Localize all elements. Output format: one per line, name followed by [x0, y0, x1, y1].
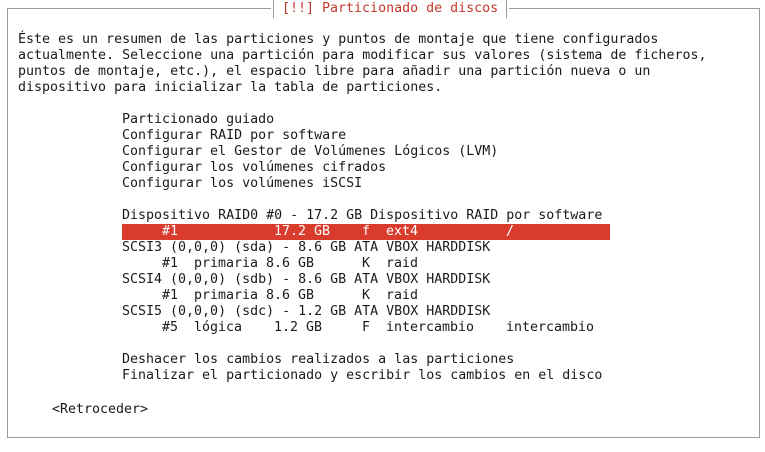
partition-filesystem: raid [386, 288, 419, 303]
partition-type: primaria [194, 256, 259, 271]
menu-item-configure-lvm[interactable]: Configurar el Gestor de Volúmenes Lógico… [122, 144, 498, 160]
intro-line: actualmente. Seleccione una partición pa… [18, 48, 707, 63]
partition-dialog: [!!] Particionado de discos Éste es un r… [7, 0, 760, 438]
intro-line: Éste es un resumen de las particiones y … [18, 32, 659, 47]
partition-number: #5 [162, 320, 179, 335]
partition-row-scsi4-1[interactable]: #1 primaria 8.6 GB K raid [122, 288, 418, 304]
partition-size: 8.6 GB [266, 256, 315, 271]
partition-number: #1 [162, 288, 179, 303]
device-scsi4[interactable]: SCSI4 (0,0,0) (sdb) - 8.6 GB ATA VBOX HA… [122, 272, 490, 288]
partition-mountpoint: / [506, 224, 515, 239]
partition-flag: K [362, 288, 371, 303]
device-scsi3[interactable]: SCSI3 (0,0,0) (sda) - 8.6 GB ATA VBOX HA… [122, 240, 490, 256]
menu-item-finish-partitioning[interactable]: Finalizar el particionado y escribir los… [122, 368, 602, 384]
partition-type: primaria [194, 288, 259, 303]
menu-item-configure-iscsi[interactable]: Configurar los volúmenes iSCSI [122, 176, 362, 192]
partition-row-scsi3-1[interactable]: #1 primaria 8.6 GB K raid [122, 256, 418, 272]
device-scsi5[interactable]: SCSI5 (0,0,0) (sdc) - 1.2 GB ATA VBOX HA… [122, 304, 490, 320]
menu-item-configure-encrypted[interactable]: Configurar los volúmenes cifrados [122, 160, 386, 176]
partition-row-raid-1-selected[interactable]: #1 17.2 GB f ext4 / [122, 224, 610, 240]
partition-number: #1 [162, 256, 179, 271]
partition-flag: K [362, 256, 371, 271]
partition-mountpoint: intercambio [506, 320, 595, 335]
menu-item-guided-partitioning[interactable]: Particionado guiado [122, 112, 274, 128]
intro-line: dispositivo para inicializar la tabla de… [18, 80, 443, 95]
partition-filesystem: ext4 [386, 224, 419, 239]
back-button[interactable]: <Retroceder> [52, 402, 148, 418]
title-right-edge [506, 0, 508, 18]
menu-item-configure-raid[interactable]: Configurar RAID por software [122, 128, 346, 144]
menu-item-undo-changes[interactable]: Deshacer los cambios realizados a las pa… [122, 352, 514, 368]
partition-row-scsi5-5[interactable]: #5 lógica 1.2 GB F intercambio intercamb… [122, 320, 594, 336]
installer-screen: [!!] Particionado de discos Éste es un r… [0, 0, 765, 452]
dialog-title: [!!] Particionado de discos [282, 1, 499, 16]
partition-filesystem: raid [386, 256, 419, 271]
partition-size: 17.2 GB [274, 224, 331, 239]
partition-size: 1.2 GB [274, 320, 323, 335]
partition-type: lógica [194, 320, 243, 335]
device-raid0[interactable]: Dispositivo RAID0 #0 - 17.2 GB Dispositi… [122, 208, 602, 224]
partition-flag: F [362, 320, 371, 335]
partition-filesystem: intercambio [386, 320, 475, 335]
dialog-title-bar: [!!] Particionado de discos [271, 0, 510, 18]
partition-flag: f [362, 224, 371, 239]
partition-number: #1 [162, 224, 179, 239]
partition-size: 8.6 GB [266, 288, 315, 303]
intro-line: puntos de montaje, etc.), el espacio lib… [18, 64, 651, 79]
